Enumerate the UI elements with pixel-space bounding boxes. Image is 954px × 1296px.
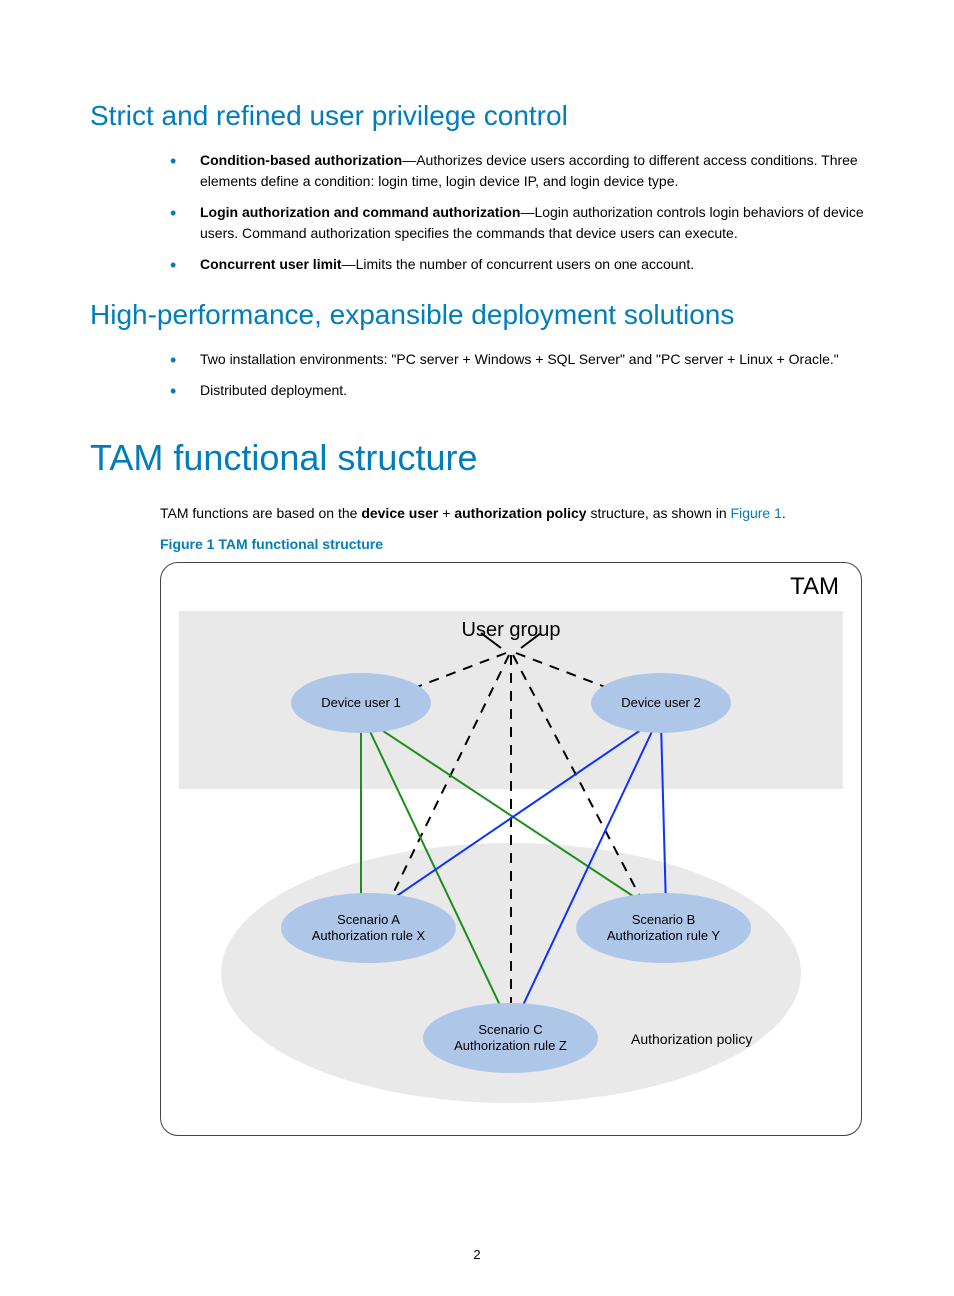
bullet-list-1: Condition-based authorization—Authorizes… <box>160 150 864 275</box>
bullet-list-2: Two installation environments: "PC serve… <box>160 349 864 401</box>
diagram-user-group-label: User group <box>462 619 561 642</box>
intro-text: TAM functions are based on the <box>160 505 361 521</box>
page-root: Strict and refined user privilege contro… <box>0 0 954 1296</box>
bullet-text: Two installation environments: "PC serve… <box>200 351 839 367</box>
intro-bold: device user <box>361 505 438 521</box>
diagram-auth-policy-label: Authorization policy <box>631 1031 752 1047</box>
bullet-item: Condition-based authorization—Authorizes… <box>160 150 864 192</box>
bullet-term: Login authorization and command authoriz… <box>200 204 520 220</box>
node-label: Scenario BAuthorization rule Y <box>607 912 720 945</box>
node-label: Scenario CAuthorization rule Z <box>454 1022 567 1055</box>
intro-paragraph: TAM functions are based on the device us… <box>160 503 864 524</box>
figure-link[interactable]: Figure 1 <box>731 505 782 521</box>
diagram-node-scenario-c: Scenario CAuthorization rule Z <box>423 1003 598 1073</box>
heading-tam-structure: TAM functional structure <box>90 437 864 479</box>
bullet-text: Distributed deployment. <box>200 382 347 398</box>
bullet-text: —Limits the number of concurrent users o… <box>342 256 695 272</box>
heading-privilege-control: Strict and refined user privilege contro… <box>90 100 864 132</box>
diagram-node-scenario-a: Scenario AAuthorization rule X <box>281 893 456 963</box>
intro-text: + <box>438 505 454 521</box>
diagram-tam-label: TAM <box>790 573 839 601</box>
diagram-node-scenario-b: Scenario BAuthorization rule Y <box>576 893 751 963</box>
bullet-item: Two installation environments: "PC serve… <box>160 349 864 370</box>
page-number: 2 <box>0 1247 954 1262</box>
bullet-term: Condition-based authorization <box>200 152 402 168</box>
bullet-item: Distributed deployment. <box>160 380 864 401</box>
figure-caption: Figure 1 TAM functional structure <box>160 536 864 552</box>
figure-tam-structure: TAM User group <box>160 562 862 1136</box>
node-label: Scenario AAuthorization rule X <box>312 912 425 945</box>
node-label: Device user 2 <box>621 695 700 711</box>
bullet-item: Concurrent user limit—Limits the number … <box>160 254 864 275</box>
diagram-node-device-user-1: Device user 1 <box>291 673 431 733</box>
intro-text: . <box>782 505 786 521</box>
intro-text: structure, as shown in <box>587 505 731 521</box>
heading-deployment: High-performance, expansible deployment … <box>90 299 864 331</box>
bullet-item: Login authorization and command authoriz… <box>160 202 864 244</box>
node-label: Device user 1 <box>321 695 400 711</box>
intro-bold: authorization policy <box>454 505 586 521</box>
diagram-node-device-user-2: Device user 2 <box>591 673 731 733</box>
bullet-term: Concurrent user limit <box>200 256 342 272</box>
